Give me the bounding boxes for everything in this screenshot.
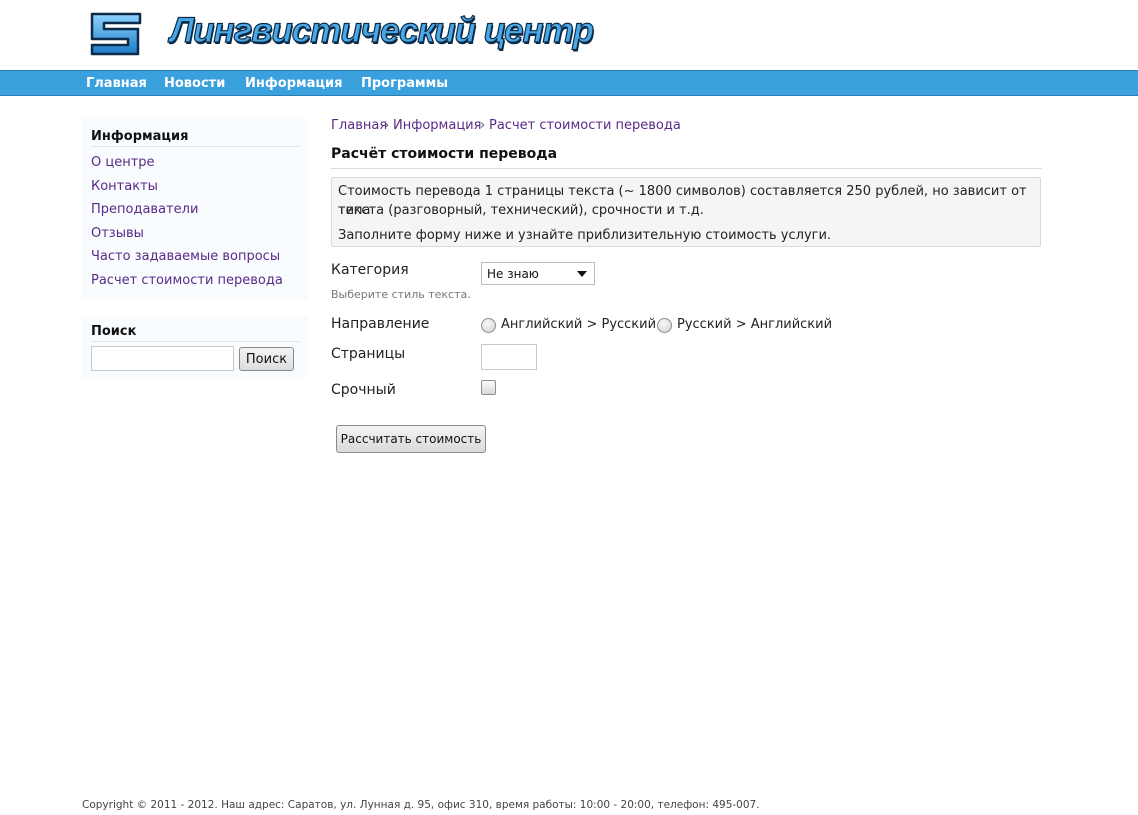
nav-item-information[interactable]: Информация (245, 76, 343, 91)
nav-item-home[interactable]: Главная (86, 76, 147, 91)
direction-option-label[interactable]: Русский > Английский (677, 317, 832, 332)
category-label: Категория (331, 262, 409, 278)
main-navbar: Главная Новости Информация Программы (0, 70, 1138, 96)
sidebar-divider (91, 146, 300, 147)
sidebar-link-contacts[interactable]: Контакты (91, 179, 158, 194)
pages-input[interactable] (481, 344, 537, 370)
sidebar-link-translation-cost[interactable]: Расчет стоимости перевода (91, 273, 283, 288)
site-title[interactable]: Лингвистический центр (169, 10, 594, 51)
urgent-checkbox[interactable] (481, 380, 496, 395)
urgent-label: Срочный (331, 382, 396, 398)
sidebar-link-faq[interactable]: Часто задаваемые вопросы (91, 249, 280, 264)
category-hint: Выберите стиль текста. (331, 288, 471, 301)
sidebar-divider (91, 341, 300, 342)
info-box: Стоимость перевода 1 страницы текста (~ … (331, 177, 1041, 247)
nav-item-programs[interactable]: Программы (361, 76, 448, 91)
direction-radio-ru-en[interactable] (657, 318, 672, 333)
direction-option-label[interactable]: Английский > Русский (501, 317, 656, 332)
sidebar-info-heading: Информация (91, 129, 189, 144)
sidebar-link-reviews[interactable]: Отзывы (91, 226, 144, 241)
breadcrumb-current[interactable]: Расчет стоимости перевода (489, 118, 681, 133)
sidebar-link-teachers[interactable]: Преподаватели (91, 202, 198, 217)
category-select[interactable]: Не знаю (481, 262, 595, 285)
search-button[interactable]: Поиск (239, 347, 294, 371)
search-input[interactable] (91, 346, 234, 371)
stylized-s-logo-icon[interactable] (88, 10, 144, 58)
calculate-button[interactable]: Рассчитать стоимость (336, 425, 486, 453)
sidebar-link-about[interactable]: О центре (91, 155, 155, 170)
breadcrumb-separator: › (480, 118, 486, 133)
chevron-down-icon (577, 271, 587, 277)
breadcrumb-separator: › (384, 118, 390, 133)
breadcrumb-link-information[interactable]: Информация (393, 118, 481, 133)
direction-label: Направление (331, 316, 430, 332)
sidebar-search-heading: Поиск (91, 324, 137, 339)
direction-radio-en-ru[interactable] (481, 318, 496, 333)
info-text-line: текста (разговорный, технический), срочн… (338, 203, 704, 218)
category-select-value: Не знаю (487, 267, 539, 281)
info-text-line: Заполните форму ниже и узнайте приблизит… (338, 228, 832, 243)
breadcrumb-link-home[interactable]: Главная (331, 118, 387, 133)
site-header: Лингвистический центр (0, 0, 1138, 70)
page-title: Расчёт стоимости перевода (331, 146, 558, 162)
sidebar-info-block: Информация О центре Контакты Преподавате… (82, 118, 308, 300)
footer-copyright: Copyright © 2011 - 2012. Наш адрес: Сара… (82, 799, 760, 811)
pages-label: Страницы (331, 346, 406, 362)
title-divider (331, 168, 1042, 169)
nav-item-news[interactable]: Новости (164, 76, 225, 91)
